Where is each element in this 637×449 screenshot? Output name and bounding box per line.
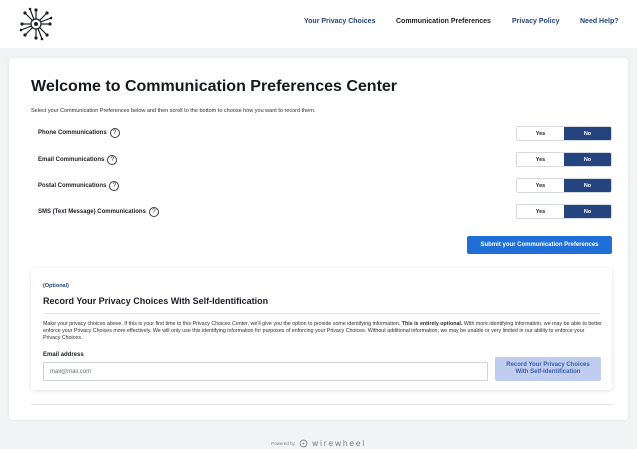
page-subtitle: Select your Communication Preferences be… <box>31 108 316 114</box>
section-divider <box>43 313 600 314</box>
postal-no-button[interactable]: No <box>564 179 611 192</box>
email-yes-button[interactable]: Yes <box>517 153 564 166</box>
postal-communications-toggle: Yes No <box>516 178 612 193</box>
self-identification-title: Record Your Privacy Choices With Self-Id… <box>43 296 269 306</box>
sms-yes-button[interactable]: Yes <box>517 205 564 218</box>
help-icon[interactable]: ? <box>107 155 118 165</box>
submit-preferences-button[interactable]: Submit your Communication Preferences <box>467 236 612 254</box>
wirewheel-logo-icon <box>299 439 308 447</box>
nav-communication-preferences[interactable]: Communication Preferences <box>396 18 491 25</box>
wirewheel-brand[interactable]: wirewheel <box>312 439 366 448</box>
card-bottom-divider <box>31 404 612 405</box>
email-communications-label: Email Communications ? <box>38 155 118 165</box>
email-field[interactable] <box>43 362 488 381</box>
network-node-icon[interactable] <box>18 6 54 42</box>
preference-label-text: Email Communications <box>38 157 105 163</box>
description-text: Make your privacy choices above. If this… <box>43 321 402 327</box>
postal-yes-button[interactable]: Yes <box>517 179 564 192</box>
help-icon[interactable]: ? <box>109 128 120 138</box>
description-emphasis: This is entirely optional. <box>401 321 463 327</box>
help-icon[interactable]: ? <box>109 181 120 191</box>
postal-communications-label: Postal Communications ? <box>38 181 120 191</box>
phone-communications-toggle: Yes No <box>516 126 612 141</box>
nav-privacy-policy[interactable]: Privacy Policy <box>512 18 559 25</box>
record-choices-button[interactable]: Record Your Privacy Choices With Self-Id… <box>495 357 601 381</box>
preference-label-text: Phone Communications <box>38 130 107 136</box>
optional-label: (Optional) <box>43 283 69 289</box>
email-field-label: Email address <box>43 352 84 358</box>
phone-communications-label: Phone Communications ? <box>38 128 120 138</box>
preference-label-text: Postal Communications <box>38 183 107 189</box>
email-communications-toggle: Yes No <box>516 152 612 167</box>
sms-communications-toggle: Yes No <box>516 204 612 219</box>
powered-by-text: Powered by <box>271 440 295 446</box>
top-bar: Your Privacy Choices Communication Prefe… <box>0 0 637 48</box>
phone-no-button[interactable]: No <box>564 127 611 140</box>
preference-label-text: SMS (Text Message) Communications <box>38 209 146 215</box>
self-identification-description: Make your privacy choices above. If this… <box>43 321 603 342</box>
nav-your-privacy-choices[interactable]: Your Privacy Choices <box>304 18 375 25</box>
page-title: Welcome to Communication Preferences Cen… <box>31 78 398 95</box>
footer: Powered by wirewheel <box>0 437 637 449</box>
phone-yes-button[interactable]: Yes <box>517 127 564 140</box>
nav-need-help[interactable]: Need Help? <box>580 18 619 25</box>
help-icon[interactable]: ? <box>148 207 159 217</box>
email-no-button[interactable]: No <box>564 153 611 166</box>
sms-communications-label: SMS (Text Message) Communications ? <box>38 207 159 217</box>
sms-no-button[interactable]: No <box>564 205 611 218</box>
